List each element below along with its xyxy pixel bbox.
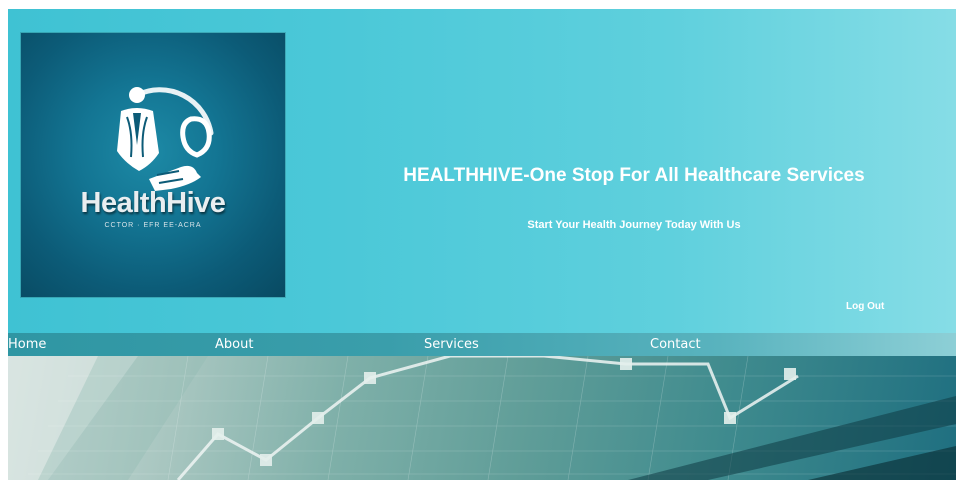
nav-item-about[interactable]: About bbox=[215, 337, 253, 352]
nav-item-services[interactable]: Services bbox=[424, 337, 479, 352]
nav-item-home[interactable]: Home bbox=[8, 337, 46, 352]
site-header: HealthHive CCTOR · EFR EE-ACRA HEALTHHIV… bbox=[8, 9, 956, 333]
hero-graph-illustration bbox=[8, 356, 956, 480]
page-subtitle: Start Your Health Journey Today With Us bbox=[527, 219, 741, 231]
logout-link[interactable]: Log Out bbox=[846, 301, 884, 312]
page: HealthHive CCTOR · EFR EE-ACRA HEALTHHIV… bbox=[0, 0, 956, 480]
healthhive-logo[interactable]: HealthHive CCTOR · EFR EE-ACRA bbox=[21, 33, 285, 297]
page-title: HEALTHHIVE-One Stop For All Healthcare S… bbox=[403, 165, 865, 186]
logo-tagline: CCTOR · EFR EE-ACRA bbox=[104, 222, 202, 229]
logo-wordmark: HealthHive bbox=[80, 187, 226, 219]
nav-item-contact[interactable]: Contact bbox=[650, 337, 701, 352]
main-navbar: Home About Services Contact bbox=[8, 333, 956, 356]
hero-banner-image bbox=[8, 356, 956, 480]
logo-emblem-icon bbox=[117, 87, 214, 191]
